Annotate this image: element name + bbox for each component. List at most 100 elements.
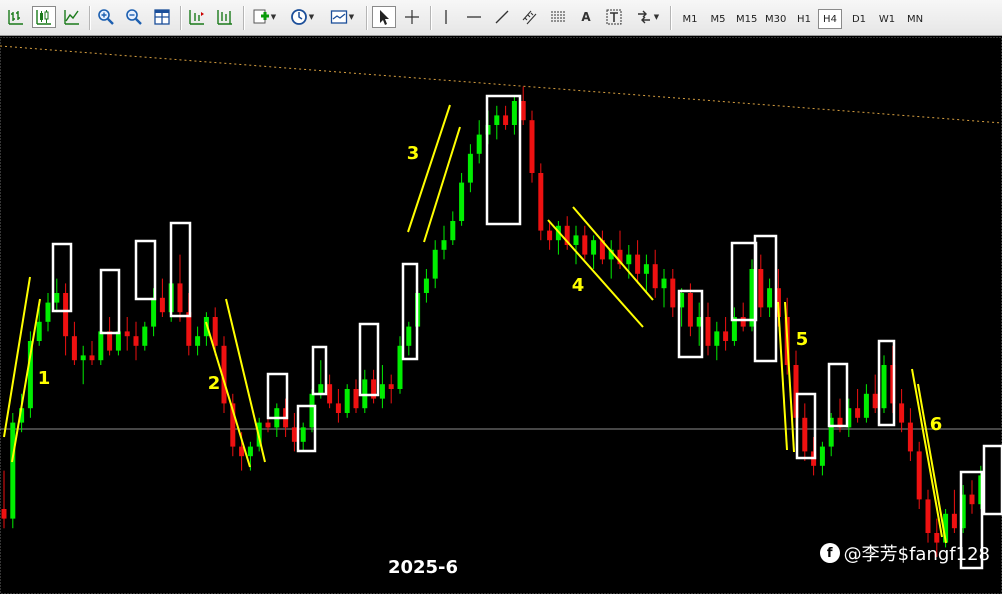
candle-body xyxy=(98,331,104,361)
candle-body xyxy=(300,427,306,442)
timeframe-h4-button[interactable]: H4 xyxy=(818,9,842,29)
highlight-box xyxy=(753,234,778,363)
candle-body xyxy=(63,293,69,337)
candle-body xyxy=(36,321,42,341)
cursor-icon[interactable] xyxy=(372,6,396,28)
candle-body xyxy=(71,336,77,361)
candle-body xyxy=(687,293,693,327)
candle-body xyxy=(714,331,720,346)
wave-label-6: 6 xyxy=(930,414,943,435)
equidistant-channel-icon[interactable] xyxy=(518,6,542,28)
autoscroll-icon[interactable] xyxy=(213,6,237,28)
candle-body xyxy=(441,240,447,250)
period-label: 2025-6 xyxy=(388,557,458,578)
candle-body xyxy=(758,269,764,308)
candle-body xyxy=(327,384,333,404)
candle-body xyxy=(661,278,667,289)
candle-body xyxy=(635,254,641,274)
candle-body xyxy=(819,446,825,466)
timeframe-h1-button[interactable]: H1 xyxy=(792,9,816,29)
horizontal-line-icon[interactable] xyxy=(462,6,486,28)
candle-body xyxy=(388,384,394,389)
candle-body xyxy=(652,264,658,289)
fibonacci-icon[interactable] xyxy=(546,6,570,28)
candle-body xyxy=(133,336,139,346)
resistance-trendline xyxy=(0,45,1002,124)
candle-body xyxy=(450,221,456,241)
candle-body xyxy=(115,331,121,351)
candle-body xyxy=(107,331,113,351)
timeframe-d1-button[interactable]: D1 xyxy=(847,9,871,29)
candlestick-chart: 1 2 3 4 5 6 2025-6 xyxy=(0,37,1002,594)
text-tool-icon[interactable]: A xyxy=(574,6,598,28)
text-label-icon[interactable] xyxy=(602,6,626,28)
wave-label-1: 1 xyxy=(38,368,51,389)
timeframe-w1-button[interactable]: W1 xyxy=(875,9,899,29)
candle-body xyxy=(177,283,183,313)
candle-body xyxy=(142,326,148,346)
candle-body xyxy=(45,302,51,322)
new-indicator-icon[interactable]: ▼ xyxy=(249,6,279,28)
bar-chart-icon[interactable] xyxy=(4,6,28,28)
candle-body xyxy=(881,365,887,409)
candle-body xyxy=(925,499,931,533)
candle-body xyxy=(151,297,157,327)
periods-clock-icon[interactable]: ▼ xyxy=(285,6,319,28)
candle-body xyxy=(520,101,526,121)
timeframe-m30-button[interactable]: M30 xyxy=(762,9,789,29)
candle-body xyxy=(467,153,473,183)
candle-body xyxy=(423,278,429,293)
chart-shift-icon[interactable] xyxy=(185,6,209,28)
templates-icon[interactable]: ▼ xyxy=(325,6,359,28)
arrows-icon[interactable]: ▼ xyxy=(630,6,664,28)
candle-body xyxy=(476,134,482,154)
candle-body xyxy=(916,451,922,500)
wave-label-2: 2 xyxy=(208,373,221,394)
timeframe-m1-button[interactable]: M1 xyxy=(678,9,702,29)
candle-body xyxy=(195,336,201,346)
candle-body xyxy=(89,355,95,361)
candle-body xyxy=(494,115,500,125)
candle-body xyxy=(951,513,957,529)
timeframe-m5-button[interactable]: M5 xyxy=(706,9,730,29)
timeframe-mn-button[interactable]: MN xyxy=(903,9,927,29)
line-chart-icon[interactable] xyxy=(60,6,84,28)
candle-body xyxy=(626,254,632,265)
candle-body xyxy=(529,120,535,173)
chart-border xyxy=(0,37,1002,594)
tile-windows-icon[interactable] xyxy=(150,6,174,28)
highlight-box xyxy=(134,239,157,301)
candle-body xyxy=(538,173,544,231)
crosshair-icon[interactable] xyxy=(400,6,424,28)
candle-body xyxy=(432,249,438,279)
candle-body xyxy=(124,331,130,337)
price-chart[interactable]: 1 2 3 4 5 6 2025-6 f @李芳$fangf128 xyxy=(0,37,1002,594)
candle-body xyxy=(899,403,905,423)
candle-body xyxy=(54,293,60,303)
toolbar: ▼ ▼ ▼ A ▼ M1 M5 M15 M30 H1 H4 D1 W1 MN xyxy=(0,0,1002,36)
candlestick-icon[interactable] xyxy=(32,6,56,28)
candle-body xyxy=(291,427,297,442)
watermark: f @李芳$fangf128 xyxy=(819,540,990,566)
trendline-icon[interactable] xyxy=(490,6,514,28)
candle-body xyxy=(670,278,676,308)
candle-body xyxy=(723,331,729,341)
candle-body xyxy=(705,317,711,346)
zoom-out-icon[interactable] xyxy=(122,6,146,28)
candle-body xyxy=(159,297,165,313)
wave-annotation-line xyxy=(205,321,251,468)
watermark-text: @李芳$fangf128 xyxy=(843,544,990,565)
candle-body xyxy=(767,288,773,308)
zoom-in-icon[interactable] xyxy=(94,6,118,28)
candle-body xyxy=(969,494,975,505)
candle-body xyxy=(10,422,16,519)
social-logo-icon: f xyxy=(819,543,840,563)
wave-annotation-line xyxy=(3,276,31,438)
candle-body xyxy=(740,317,746,327)
timeframe-m15-button[interactable]: M15 xyxy=(733,9,760,29)
wave-label-5: 5 xyxy=(796,329,809,350)
candle-body xyxy=(247,446,253,457)
candle-body xyxy=(855,408,861,418)
vertical-line-icon[interactable] xyxy=(434,6,458,28)
wave-annotation-line xyxy=(917,383,947,544)
